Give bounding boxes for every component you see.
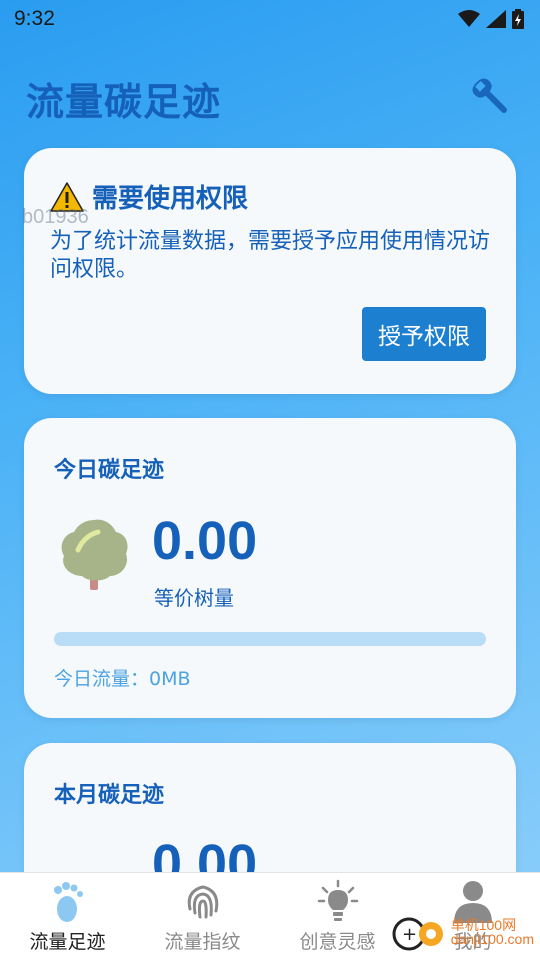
wrench-icon[interactable]	[468, 74, 516, 122]
svg-text:+: +	[402, 924, 417, 945]
nav-label-traffic-fingerprint: 流量指纹	[164, 931, 241, 953]
permission-description: 为了统计流量数据，需要授予应用使用情况访问权限。	[50, 229, 491, 282]
status-bar: 9:32	[0, 0, 540, 38]
footprint-icon	[53, 882, 83, 922]
nav-item-traffic-fingerprint[interactable]: 流量指纹	[135, 873, 270, 960]
status-icons	[458, 9, 524, 29]
nav-item-creative-ideas[interactable]: 创意灵感	[270, 873, 405, 960]
app-header: 流量碳足迹	[26, 68, 516, 128]
lightbulb-icon	[317, 879, 358, 921]
today-equivalent-label: 等价树量	[154, 586, 234, 610]
site-watermark-text: 单机100网 danji100.com	[451, 918, 534, 946]
nav-item-traffic-footprint[interactable]: 流量足迹	[0, 873, 135, 960]
site-watermark-line1: 单机100网	[450, 917, 517, 933]
site-watermark-line2: danji100.com	[450, 931, 534, 947]
today-progress-bar	[54, 632, 486, 646]
site-watermark: + 单机100网 danji100.com	[391, 912, 534, 952]
app-title: 流量碳足迹	[26, 79, 222, 124]
nav-label-traffic-footprint: 流量足迹	[29, 931, 106, 953]
fingerprint-icon	[187, 885, 218, 919]
cell-signal-icon	[486, 10, 506, 28]
permission-title: 需要使用权限	[92, 184, 249, 214]
wifi-icon	[458, 10, 480, 27]
battery-icon	[512, 9, 524, 29]
permission-card: 需要使用权限 为了统计流量数据，需要授予应用使用情况访问权限。 授予权限	[24, 148, 516, 394]
today-footprint-card: 今日碳足迹 0.00 等价树量 今日流量：0MB	[24, 418, 516, 718]
today-footprint-label: 今日碳足迹	[54, 458, 165, 483]
today-tree-value: 0.00	[152, 511, 258, 571]
site-logo-icon: +	[392, 917, 443, 951]
tree-icon	[61, 519, 128, 590]
image-watermark: b01936	[22, 206, 89, 228]
nav-label-creative-ideas: 创意灵感	[299, 931, 376, 953]
today-traffic-text: 今日流量：0MB	[54, 668, 191, 690]
month-footprint-label: 本月碳足迹	[54, 783, 165, 808]
grant-permission-button[interactable]: 授予权限	[362, 307, 486, 361]
status-time: 9:32	[14, 7, 55, 30]
